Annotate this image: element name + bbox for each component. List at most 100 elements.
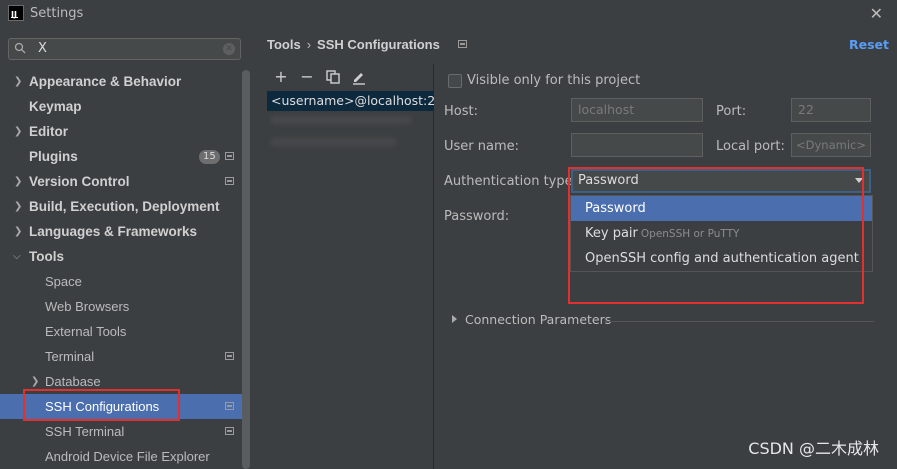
breadcrumb-parent: Tools [267,37,301,52]
breadcrumb: Tools › SSH Configurations [267,37,440,52]
sidebar-scrollbar[interactable] [242,70,250,469]
password-label: Password: [444,209,510,224]
settings-tree: ❯ Appearance & Behavior Keymap ❯ Editor … [0,69,250,469]
chevron-down-icon[interactable]: ⌵ [13,244,21,269]
page-title: SSH Configurations [317,37,440,52]
copy-icon[interactable] [325,69,341,85]
option-label: Key pair [585,226,638,241]
option-hint: OpenSSH or PuTTY [640,228,740,240]
sidebar-item-label: Keymap [29,99,82,114]
sidebar-item-space[interactable]: Space [0,269,250,294]
chevron-right-icon[interactable]: ❯ [14,194,22,219]
close-icon[interactable]: ✕ [870,4,883,23]
local-port-label: Local port: [716,139,785,154]
port-field[interactable]: 22 [791,98,871,122]
project-settings-icon [225,427,234,435]
list-toolbar: + − [267,64,367,90]
sidebar-item-version-control[interactable]: ❯ Version Control [0,169,250,194]
sidebar-item-label: Web Browsers [45,299,130,314]
sidebar-item-label: Tools [29,249,64,264]
section-divider [604,321,874,322]
main-panel: Tools › SSH Configurations Reset + − <user… [250,28,897,469]
host-field[interactable]: localhost [571,98,703,122]
plugins-count-badge: 15 [199,150,220,164]
host-label: Host: [444,104,478,119]
ssh-config-list: + − <username>@localhost:22 [267,64,434,469]
sidebar-item-languages[interactable]: ❯ Languages & Frameworks [0,219,250,244]
sidebar-item-web-browsers[interactable]: Web Browsers [0,294,250,319]
remove-icon[interactable]: − [299,69,315,85]
auth-option-openssh-agent[interactable]: OpenSSH config and authentication agent [571,246,872,271]
chevron-down-icon [855,178,863,183]
sidebar-item-label: Terminal [45,349,95,364]
sidebar-item-label: Languages & Frameworks [29,224,198,239]
sidebar-item-label: Database [45,374,101,389]
sidebar-item-label: Version Control [29,174,130,189]
sidebar-item-ssh-configurations[interactable]: SSH Configurations [0,394,250,419]
visible-only-checkbox[interactable] [448,74,462,88]
project-settings-icon [225,177,234,185]
sidebar-item-label: Android Device File Explorer [45,449,210,464]
reset-link[interactable]: Reset [849,37,889,52]
auth-type-value: Password [578,173,639,188]
sidebar-item-editor[interactable]: ❯ Editor [0,119,250,144]
sidebar-item-android-file-explorer[interactable]: Android Device File Explorer [0,444,250,469]
sidebar-item-label: SSH Terminal [45,424,125,439]
sidebar-item-label: Plugins [29,149,78,164]
intellij-logo-icon: IJ [8,5,24,21]
sidebar-item-build[interactable]: ❯ Build, Execution, Deployment [0,194,250,219]
auth-type-label: Authentication type: [444,174,577,189]
clear-search-icon[interactable]: ✕ [223,43,235,55]
auth-option-key-pair[interactable]: Key pair OpenSSH or PuTTY [571,221,872,246]
sidebar-item-keymap[interactable]: Keymap [0,94,250,119]
sidebar-item-ssh-terminal[interactable]: SSH Terminal [0,419,250,444]
watermark: CSDN @二木成林 [748,439,879,458]
sidebar-item-plugins[interactable]: Plugins 15 [0,144,250,169]
settings-sidebar: X ✕ ❯ Appearance & Behavior Keymap ❯ Edi… [0,28,250,469]
sidebar-item-external-tools[interactable]: External Tools [0,319,250,344]
project-settings-icon [225,402,234,410]
project-settings-icon [225,152,234,160]
local-port-field[interactable]: <Dynamic> [791,133,871,157]
sidebar-item-label: Space [45,274,82,289]
sidebar-item-label: SSH Configurations [45,399,160,414]
sidebar-item-label: Appearance & Behavior [29,74,182,89]
username-label: User name: [444,139,520,154]
sidebar-item-appearance[interactable]: ❯ Appearance & Behavior [0,69,250,94]
blurred-row [271,116,411,124]
sidebar-item-database[interactable]: ❯ Database [0,369,250,394]
chevron-right-icon[interactable]: ❯ [14,119,22,144]
auth-option-password[interactable]: Password [571,196,872,221]
chevron-right-icon[interactable]: ❯ [14,219,22,244]
sidebar-item-label: External Tools [45,324,127,339]
project-settings-icon [225,352,234,360]
blurred-row [271,138,396,146]
scrollbar-thumb[interactable] [242,70,250,469]
visible-only-label: Visible only for this project [467,73,641,88]
option-label: Password [585,201,646,216]
auth-type-dropdown: Password Key pair OpenSSH or PuTTY OpenSS… [570,195,873,272]
project-settings-icon [458,40,467,48]
chevron-right-icon[interactable]: ❯ [14,169,22,194]
title-bar: IJ Settings ✕ [0,0,897,28]
sidebar-item-label: Build, Execution, Deployment [29,199,220,214]
auth-type-select[interactable]: Password [571,169,871,193]
chevron-right-icon[interactable]: ❯ [14,69,22,94]
expand-arrow-icon[interactable] [452,315,457,323]
section-label: Connection Parameters [465,312,612,327]
add-icon[interactable]: + [273,69,289,85]
window-title: Settings [30,6,84,21]
connection-parameters-section[interactable]: Connection Parameters [452,312,611,327]
list-item[interactable]: <username>@localhost:22 [267,91,434,111]
port-label: Port: [716,104,747,119]
username-field[interactable] [571,133,703,157]
search-icon [14,42,26,54]
chevron-right-icon[interactable]: ❯ [31,369,39,394]
search-input[interactable]: X ✕ [8,38,241,60]
edit-icon[interactable] [351,69,367,85]
sidebar-item-terminal[interactable]: Terminal [0,344,250,369]
option-label: OpenSSH config and authentication agent [585,251,859,266]
breadcrumb-separator: › [306,37,312,52]
sidebar-item-tools[interactable]: ⌵ Tools [0,244,250,269]
sidebar-item-label: Editor [29,124,68,139]
